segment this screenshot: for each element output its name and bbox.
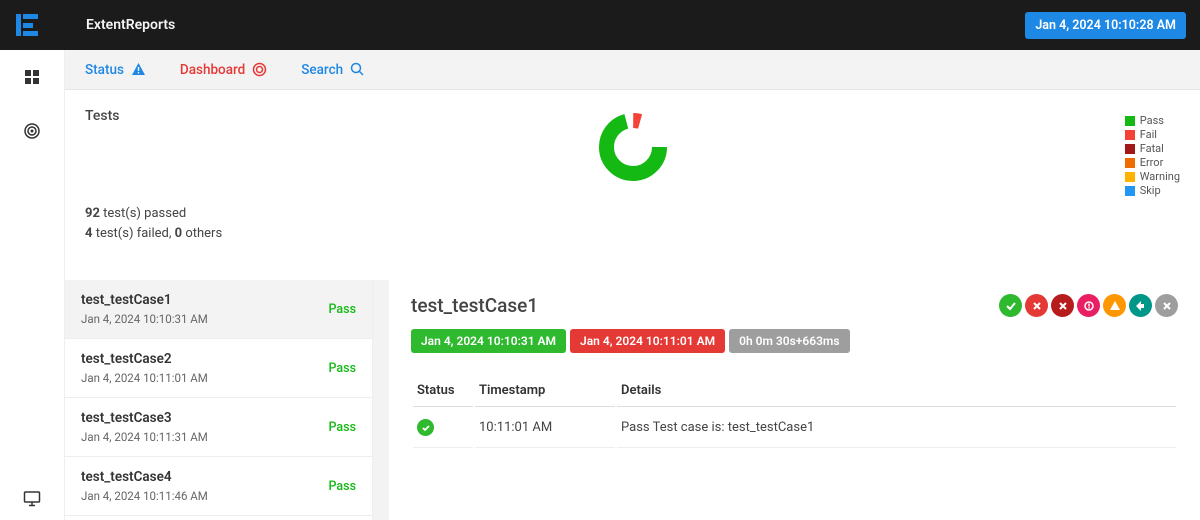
nav-search-label: Search xyxy=(301,62,343,78)
filter-pass-button[interactable] xyxy=(999,294,1022,317)
passed-count: 92 xyxy=(85,206,100,221)
test-detail-panel: test_testCase1 Jan 4, 2024 10:10:31 AM J… xyxy=(389,280,1200,520)
target-icon[interactable] xyxy=(23,122,41,140)
legend-row: Fail xyxy=(1125,128,1180,141)
legend-row: Skip xyxy=(1125,184,1180,197)
chart-legend: PassFailFatalErrorWarningSkip xyxy=(1125,114,1180,198)
nav-dashboard-label: Dashboard xyxy=(180,62,245,78)
others-label: others xyxy=(182,226,222,241)
passed-label: test(s) passed xyxy=(100,206,186,221)
log-details: Pass Test case is: test_testCase1 xyxy=(617,409,1176,448)
others-count: 0 xyxy=(175,226,182,241)
legend-row: Pass xyxy=(1125,114,1180,127)
legend-label: Fail xyxy=(1140,128,1157,141)
test-status: Pass xyxy=(328,420,356,435)
test-timestamp: Jan 4, 2024 10:11:01 AM xyxy=(81,371,208,385)
legend-label: Error xyxy=(1140,156,1164,169)
log-table: Status Timestamp Details 10:11:01 AMPass… xyxy=(411,373,1178,450)
test-name: test_testCase1 xyxy=(81,292,208,308)
test-name: test_testCase2 xyxy=(81,351,208,367)
filter-clear-button[interactable] xyxy=(1155,294,1178,317)
filter-error-button[interactable] xyxy=(1077,294,1100,317)
test-item[interactable]: test_testCase5 xyxy=(65,516,372,520)
log-timestamp: 10:11:01 AM xyxy=(475,409,615,448)
legend-swatch xyxy=(1125,158,1135,168)
alert-triangle-icon xyxy=(131,62,146,77)
legend-label: Warning xyxy=(1140,170,1180,183)
legend-swatch xyxy=(1125,144,1135,154)
end-time-badge: Jan 4, 2024 10:11:01 AM xyxy=(570,329,725,353)
logo-icon xyxy=(14,12,40,38)
legend-swatch xyxy=(1125,116,1135,126)
check-icon xyxy=(417,419,434,436)
test-item[interactable]: test_testCase3 Jan 4, 2024 10:11:31 AM Pas… xyxy=(65,398,372,457)
header: ExtentReports Jan 4, 2024 10:10:28 AM xyxy=(0,0,1200,50)
legend-row: Warning xyxy=(1125,170,1180,183)
legend-swatch xyxy=(1125,172,1135,182)
test-name: test_testCase3 xyxy=(81,410,208,426)
filter-warning-button[interactable] xyxy=(1103,294,1126,317)
target-red-icon xyxy=(252,62,267,77)
start-time-badge: Jan 4, 2024 10:10:31 AM xyxy=(411,329,566,353)
dashboard-grid-icon[interactable] xyxy=(23,68,41,86)
topnav: Status Dashboard Search xyxy=(65,50,1200,90)
test-timestamp: Jan 4, 2024 10:10:31 AM xyxy=(81,312,208,326)
test-item[interactable]: test_testCase4 Jan 4, 2024 10:11:46 AM Pas… xyxy=(65,457,372,516)
monitor-icon[interactable] xyxy=(23,490,41,508)
log-row: 10:11:01 AMPass Test case is: test_testC… xyxy=(413,409,1176,448)
legend-row: Error xyxy=(1125,156,1180,169)
nav-search[interactable]: Search xyxy=(301,62,365,78)
nav-status-label: Status xyxy=(85,62,124,78)
col-timestamp: Timestamp xyxy=(475,375,615,407)
test-name: test_testCase4 xyxy=(81,469,208,485)
col-status: Status xyxy=(413,375,473,407)
summary-panel: Tests PassFailFatalErrorWarningSkip 92 t… xyxy=(65,90,1200,280)
col-details: Details xyxy=(617,375,1176,407)
test-status: Pass xyxy=(328,361,356,376)
legend-label: Pass xyxy=(1140,114,1164,127)
nav-dashboard[interactable]: Dashboard xyxy=(180,62,267,78)
filter-actions xyxy=(999,294,1178,317)
sidebar xyxy=(0,50,65,520)
log-status xyxy=(413,409,473,448)
report-timestamp-badge: Jan 4, 2024 10:10:28 AM xyxy=(1025,12,1186,39)
filter-skip-button[interactable] xyxy=(1129,294,1152,317)
nav-status[interactable]: Status xyxy=(85,62,146,78)
test-item[interactable]: test_testCase1 Jan 4, 2024 10:10:31 AM Pas… xyxy=(65,280,372,339)
test-status: Pass xyxy=(328,479,356,494)
brand-label: ExtentReports xyxy=(86,17,175,33)
search-icon xyxy=(350,62,365,77)
duration-badge: 0h 0m 30s+663ms xyxy=(729,329,849,353)
test-list: test_testCase1 Jan 4, 2024 10:10:31 AM Pas… xyxy=(65,280,373,520)
legend-label: Skip xyxy=(1140,184,1161,197)
test-timestamp: Jan 4, 2024 10:11:31 AM xyxy=(81,430,208,444)
legend-label: Fatal xyxy=(1140,142,1164,155)
filter-fail-button[interactable] xyxy=(1025,294,1048,317)
test-item[interactable]: test_testCase2 Jan 4, 2024 10:11:01 AM Pas… xyxy=(65,339,372,398)
filter-fatal-button[interactable] xyxy=(1051,294,1074,317)
legend-swatch xyxy=(1125,130,1135,140)
tests-donut-chart xyxy=(598,112,668,182)
legend-row: Fatal xyxy=(1125,142,1180,155)
failed-label: test(s) failed, xyxy=(92,226,174,241)
test-status: Pass xyxy=(328,302,356,317)
legend-swatch xyxy=(1125,186,1135,196)
test-timestamp: Jan 4, 2024 10:11:46 AM xyxy=(81,489,208,503)
